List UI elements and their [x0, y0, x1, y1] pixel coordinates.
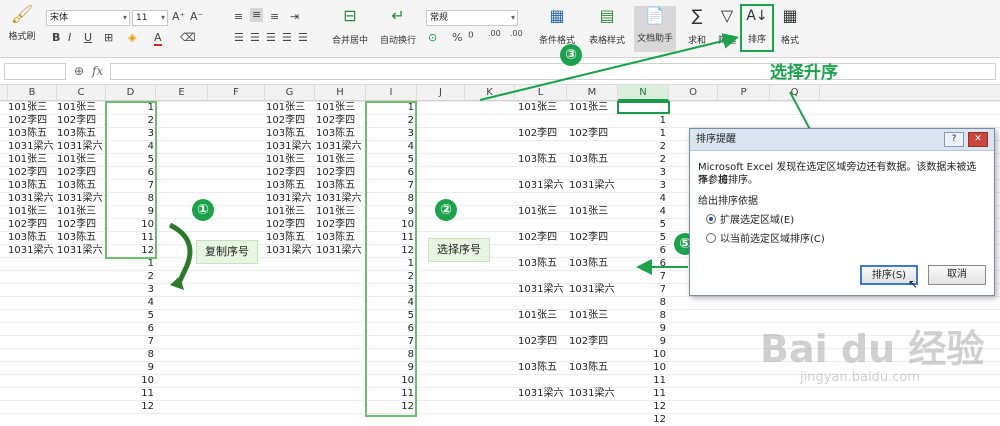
sort-basis-label: 给出排序依据: [698, 196, 758, 207]
option-expand-label: 扩展选定区域(E): [720, 215, 795, 226]
sort-warning-dialog: 排序提醒 ? ✕ Microsoft Excel 发现在选定区域旁边还有数据。该…: [689, 128, 995, 296]
select-seq-note: 选择序号: [428, 238, 490, 262]
step-3-badge: ③: [560, 44, 582, 66]
dialog-message-line2: 不参加排序。: [698, 175, 758, 186]
copy-seq-note: 复制序号: [196, 240, 258, 264]
help-icon[interactable]: ?: [944, 132, 964, 147]
baidu-watermark: Bai du 经验: [760, 327, 985, 371]
baidu-watermark-url: jingyan.baidu.com: [800, 370, 920, 385]
option-current-selection[interactable]: 以当前选定区域排序(C): [706, 233, 825, 246]
option-current-label: 以当前选定区域排序(C): [720, 234, 825, 245]
close-icon[interactable]: ✕: [968, 132, 988, 147]
step-1-badge: ①: [192, 199, 214, 221]
arrow-to-sort: [479, 33, 739, 101]
radio-expand[interactable]: [706, 214, 716, 224]
mouse-cursor-icon: ↖: [908, 277, 919, 291]
radio-current[interactable]: [706, 233, 716, 243]
cancel-button[interactable]: 取消: [928, 265, 986, 285]
step-2-badge: ②: [435, 199, 457, 221]
dialog-titlebar: 排序提醒 ? ✕: [690, 129, 994, 151]
select-asc-label: 选择升序: [770, 63, 838, 83]
option-expand-selection[interactable]: 扩展选定区域(E): [706, 214, 794, 227]
dialog-title: 排序提醒: [696, 134, 736, 145]
